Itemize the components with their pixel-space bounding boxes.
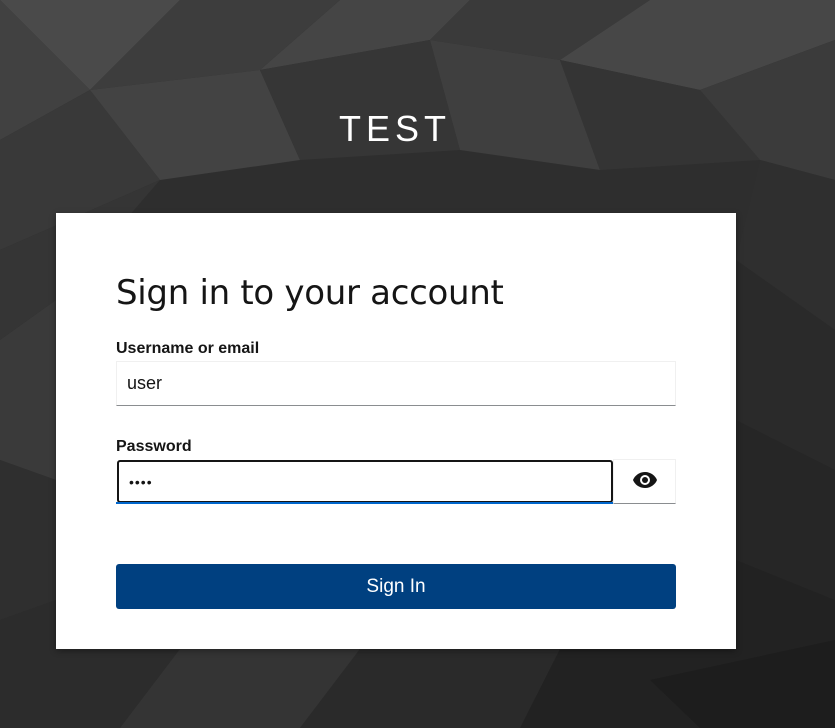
password-label: Password — [116, 438, 192, 455]
username-input[interactable] — [116, 361, 676, 406]
sign-in-button[interactable]: Sign In — [116, 564, 676, 609]
show-password-button[interactable] — [613, 459, 676, 504]
login-heading: Sign in to your account — [116, 273, 504, 313]
password-input[interactable] — [117, 460, 613, 503]
realm-title: TEST — [338, 108, 451, 149]
login-card: Sign in to your account Username or emai… — [56, 213, 736, 649]
eye-icon — [632, 472, 657, 491]
username-label: Username or email — [116, 340, 260, 357]
password-focus-underline — [116, 502, 613, 504]
